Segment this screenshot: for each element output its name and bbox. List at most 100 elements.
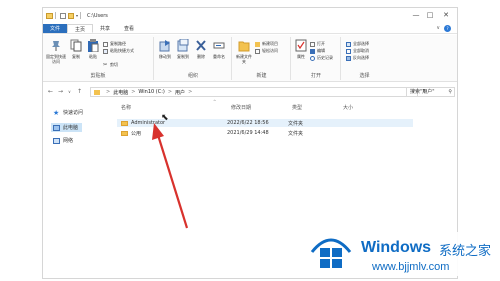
invert-selection-button[interactable]: 反向选择 — [346, 55, 369, 61]
cut-label: 剪切 — [110, 62, 118, 67]
paste-icon — [88, 39, 99, 52]
properties-quick-icon[interactable] — [60, 12, 66, 19]
paste-shortcut-label: 粘贴快捷方式 — [110, 48, 134, 53]
column-header-type[interactable]: 类型 — [292, 104, 302, 111]
move-to-icon — [159, 40, 170, 52]
clipboard-group-label: 剪贴板 — [90, 73, 106, 79]
move-to-button[interactable]: 移动到 — [157, 39, 173, 59]
cut-button[interactable]: ✂ 剪切 — [103, 62, 118, 68]
ribbon-expand-icon[interactable]: ∨ — [436, 25, 440, 31]
new-folder-button[interactable]: 新建文件夹 — [235, 39, 253, 64]
mouse-cursor-icon: ⬉ — [161, 113, 169, 123]
column-header-date[interactable]: 修改日期 — [231, 104, 251, 111]
properties-button[interactable]: 属性 — [294, 39, 308, 59]
clipboard-group: 固定到快速访问 复制 粘贴 复制路径 粘贴快捷方式 ✂ 剪切 剪贴板 — [43, 37, 154, 80]
history-label: 历史记录 — [317, 55, 333, 60]
breadcrumb-separator: > — [188, 89, 193, 95]
select-none-button[interactable]: 全部取消 — [346, 48, 369, 54]
pin-quick-access-label: 固定到快速访问 — [46, 54, 66, 64]
quick-access-dropdown-icon[interactable]: ▾ — [76, 13, 78, 18]
address-bar[interactable]: > 此电脑 > Win10 (C:) > 用户 > ∨ — [90, 87, 418, 97]
breadcrumb-users[interactable]: 用户 — [175, 89, 185, 96]
help-icon[interactable]: ? — [444, 25, 451, 32]
new-item-icon — [255, 41, 260, 47]
divider — [55, 12, 56, 19]
divider — [80, 12, 82, 19]
delete-button[interactable]: 删除 — [195, 39, 207, 59]
file-name: 公用 — [131, 131, 142, 137]
invert-selection-label: 反向选择 — [353, 55, 369, 60]
select-all-button[interactable]: 全部选择 — [346, 41, 369, 47]
column-header-size[interactable]: 大小 — [343, 104, 353, 111]
table-row[interactable]: 公用 2021/6/29 14:48 文件夹 — [117, 129, 413, 137]
tab-share[interactable]: 共享 — [93, 24, 117, 33]
copy-path-icon — [103, 41, 108, 47]
copy-path-label: 复制路径 — [110, 41, 126, 46]
tab-view[interactable]: 查看 — [117, 24, 141, 33]
copy-to-button[interactable]: 复制到 — [175, 39, 191, 59]
tab-file[interactable]: 文件 — [43, 24, 68, 33]
easy-access-icon — [255, 48, 260, 54]
properties-icon — [295, 39, 307, 52]
close-button[interactable]: ✕ — [440, 11, 452, 19]
rename-label: 重命名 — [213, 54, 225, 59]
paste-label: 粘贴 — [89, 54, 97, 59]
invert-selection-icon — [346, 55, 351, 61]
properties-label: 属性 — [297, 54, 305, 59]
windows-logo-icon — [310, 238, 352, 268]
breadcrumb-drive[interactable]: Win10 (C:) — [138, 89, 164, 95]
nav-quick-access[interactable]: ★ 快速访问 — [53, 109, 83, 116]
nav-quick-access-label: 快速访问 — [63, 110, 84, 116]
column-header-name[interactable]: 名称 — [121, 104, 131, 111]
forward-button[interactable]: → — [58, 88, 63, 95]
delete-icon — [196, 40, 206, 51]
watermark: Windows 系统之家 www.bjjmlv.com — [306, 232, 498, 276]
new-folder-quick-icon[interactable] — [68, 12, 74, 19]
pin-quick-access-button[interactable]: 固定到快速访问 — [46, 39, 66, 64]
computer-icon — [53, 124, 60, 131]
ribbon-tab-bar: 文件 主页 共享 查看 ∨ ? — [43, 24, 457, 34]
watermark-url: www.bjjmlv.com — [372, 261, 450, 273]
easy-access-label: 轻松访问 — [262, 48, 278, 53]
copy-button[interactable]: 复制 — [70, 39, 82, 59]
paste-shortcut-button[interactable]: 粘贴快捷方式 — [103, 48, 134, 54]
new-folder-icon — [238, 41, 250, 52]
edit-button[interactable]: 编辑 — [310, 48, 325, 54]
file-date: 2021/6/29 14:48 — [227, 130, 269, 136]
breadcrumb-separator: > — [106, 89, 111, 95]
recent-locations-button[interactable]: ∨ — [68, 89, 71, 94]
breadcrumb-this-pc[interactable]: 此电脑 — [113, 89, 128, 96]
copy-path-button[interactable]: 复制路径 — [103, 41, 126, 47]
up-button[interactable]: ↑ — [77, 88, 82, 95]
select-none-label: 全部取消 — [353, 48, 369, 53]
copy-label: 复制 — [72, 54, 80, 59]
back-button[interactable]: ← — [48, 88, 53, 95]
rename-button[interactable]: 重命名 — [211, 39, 227, 59]
open-button[interactable]: 打开 — [310, 41, 325, 47]
tab-home[interactable]: 主页 — [67, 24, 94, 33]
nav-this-pc-label: 此电脑 — [63, 125, 79, 131]
maximize-button[interactable]: □ — [424, 11, 436, 19]
minimize-button[interactable]: — — [410, 11, 422, 19]
nav-network[interactable]: 网络 — [53, 137, 73, 144]
file-name: Administrator — [131, 120, 166, 126]
easy-access-button[interactable]: 轻松访问 — [255, 48, 278, 54]
new-item-button[interactable]: 新建项目 — [255, 41, 278, 47]
copy-to-label: 复制到 — [177, 54, 189, 59]
search-placeholder: 搜索"用户" — [410, 89, 435, 95]
copy-to-icon — [177, 39, 189, 52]
file-type: 文件夹 — [288, 131, 304, 137]
edit-label: 编辑 — [317, 48, 325, 53]
breadcrumb-separator: > — [131, 89, 136, 95]
file-name-cell: 公用 — [121, 130, 141, 137]
select-all-label: 全部选择 — [353, 41, 369, 46]
new-folder-label: 新建文件夹 — [236, 54, 252, 64]
address-bar-row: ← → ∨ ↑ > 此电脑 > Win10 (C:) > 用户 > ∨ ↻ 搜索… — [43, 85, 457, 99]
organize-group: 移动到 复制到 删除 重命名 组织 — [155, 37, 232, 80]
new-item-label: 新建项目 — [262, 41, 278, 46]
nav-this-pc[interactable]: 此电脑 — [51, 123, 83, 132]
search-box[interactable]: 搜索"用户" ⚲ — [406, 87, 455, 97]
paste-button[interactable]: 粘贴 — [87, 39, 99, 59]
history-button[interactable]: 历史记录 — [310, 55, 333, 61]
search-icon: ⚲ — [448, 89, 452, 95]
